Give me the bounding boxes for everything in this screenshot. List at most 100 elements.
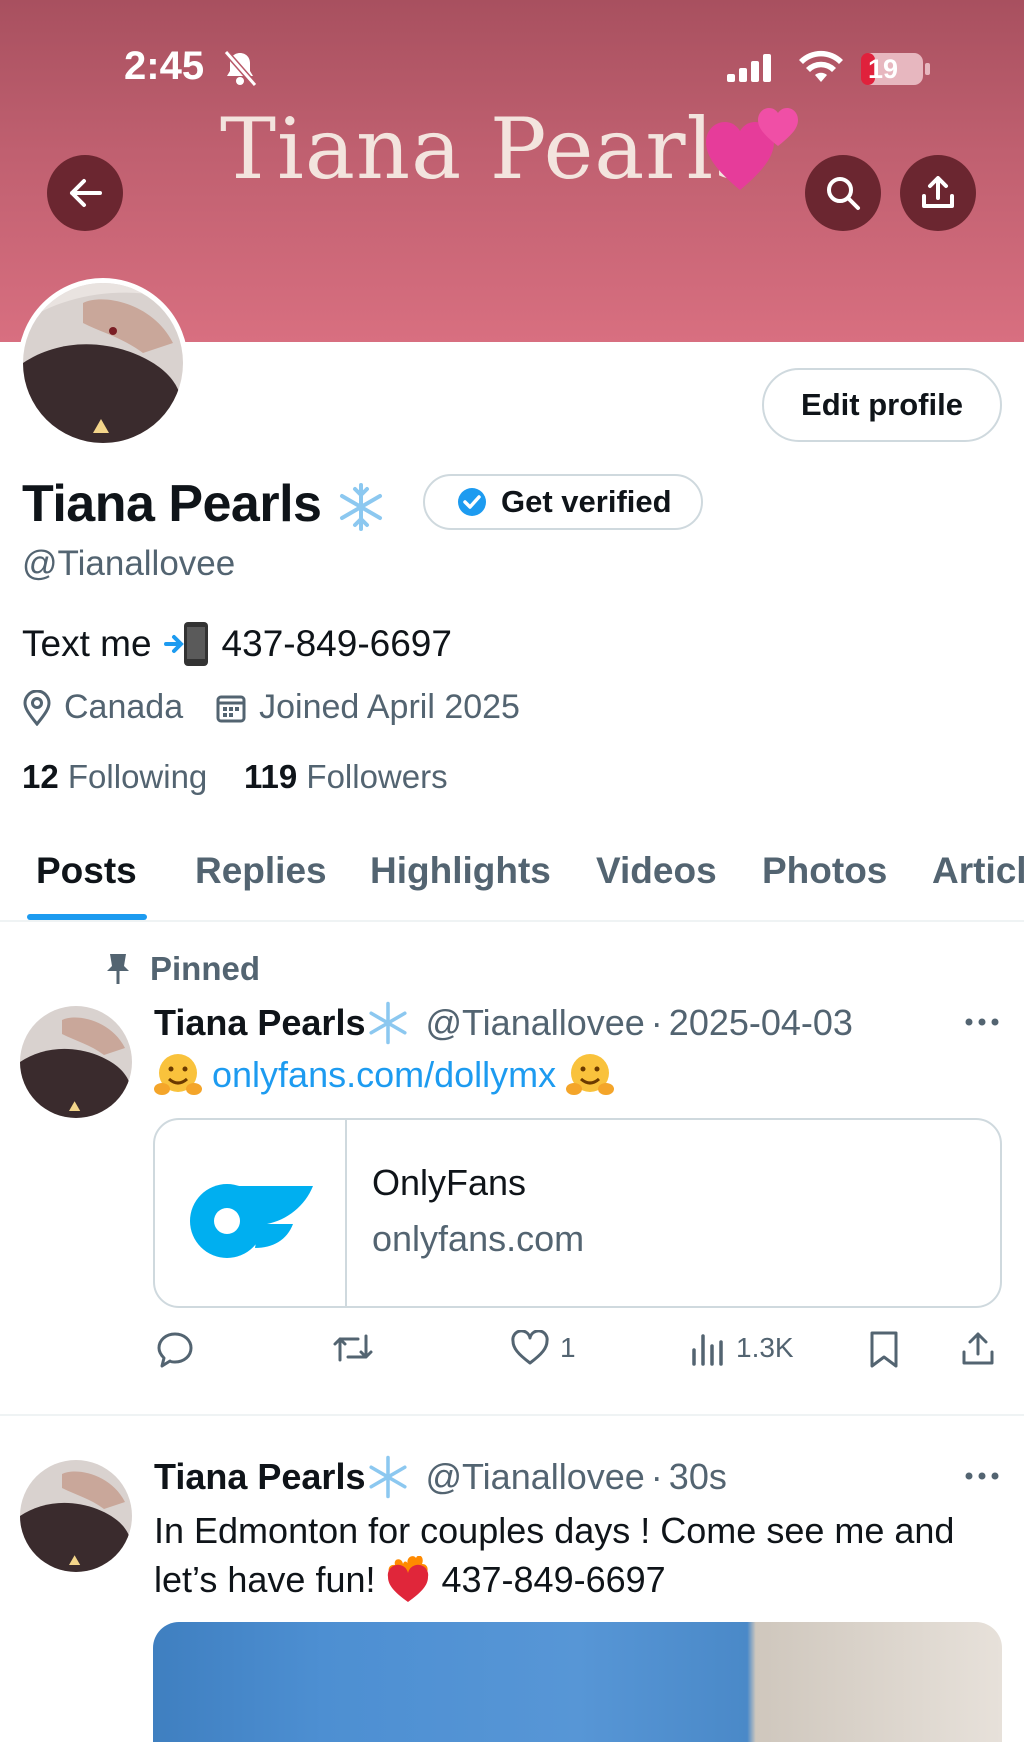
hugging-face-icon [154,1053,202,1095]
search-button[interactable] [805,155,881,231]
post-text: In Edmonton for couples days ! Come see … [154,1506,954,1604]
joined-item: Joined April 2025 [215,688,520,727]
profile-name: Tiana Pearls [22,474,387,534]
post-avatar[interactable] [20,1460,132,1572]
profile-handle: @Tianallovee [22,544,236,583]
more-icon [965,1472,999,1480]
edit-profile-button[interactable]: Edit profile [762,368,1002,442]
onlyfans-logo [155,1120,347,1306]
bookmark-button[interactable] [868,1330,900,1368]
post-actions: 1 1.3K [0,1330,1024,1378]
post-divider [0,1414,1024,1416]
post-text-line: let’s have fun! 437-849-6697 [154,1555,954,1604]
tab-articles[interactable]: Articles [932,850,1024,892]
bio-text: Text me [22,623,152,664]
like-count: 1 [560,1332,576,1363]
post-header: Tiana Pearls @Tianallovee · 2025-04-03 [154,1000,853,1046]
get-verified-label: Get verified [501,484,672,519]
tab-highlights[interactable]: Highlights [370,850,551,892]
location-item: Canada [22,688,183,727]
post-handle[interactable]: @Tianallovee [425,1456,644,1498]
card-title: OnlyFans [372,1162,527,1203]
pin-icon [107,954,129,984]
two-hearts-icon [706,104,802,201]
back-arrow-icon [70,179,102,207]
retweet-button[interactable] [332,1330,374,1366]
battery-level: 19 [868,54,899,84]
followers-label: Followers [306,758,448,795]
post-avatar[interactable] [20,1006,132,1118]
post-more-button[interactable] [963,1008,1001,1041]
card-domain: onlyfans.com [372,1218,585,1259]
heart-on-fire-icon [388,1555,429,1602]
get-verified-button[interactable]: Get verified [423,474,703,530]
post-separator: · [650,1002,663,1043]
tab-videos[interactable]: Videos [596,850,717,892]
back-button[interactable] [47,155,123,231]
post-separator: · [650,1456,663,1497]
hugging-face-icon [566,1053,615,1095]
post-text-phone: 437-849-6697 [441,1559,666,1600]
reply-button[interactable] [156,1330,194,1368]
tabs-divider [0,920,1024,922]
views-count: 1.3K [736,1332,794,1363]
post-text-fragment: let’s have fun! [154,1559,376,1600]
location-text: Canada [64,688,184,726]
followers-link[interactable]: 119 Followers [244,758,448,795]
post-time[interactable]: 30s [669,1456,727,1498]
mobile-phone-arrow-icon [163,622,208,666]
post-link[interactable]: onlyfans.com/dollymx [212,1050,556,1099]
snowflake-icon [340,483,383,532]
share-icon [962,1332,994,1365]
snowflake-icon [369,1455,408,1499]
joined-text: Joined April 2025 [259,688,520,726]
profile-name-text: Tiana Pearls [22,475,322,533]
reply-icon [157,1332,193,1368]
tab-photos[interactable]: Photos [762,850,887,892]
post-more-button[interactable] [963,1462,1001,1495]
post-header: Tiana Pearls @Tianallovee · 30s [154,1454,727,1500]
verified-badge-icon [458,488,486,516]
status-time: 2:45 [124,44,205,88]
bio-phone: 437-849-6697 [221,623,452,664]
status-bar: 2:45 19 [0,44,1024,94]
search-icon [827,177,860,210]
profile-meta: Canada Joined April 2025 [22,688,552,727]
profile-bio: Text me 437-849-6697 [22,620,452,668]
following-label: Following [67,758,208,795]
post-author[interactable]: Tiana Pearls [154,1456,365,1498]
post-time[interactable]: 2025-04-03 [669,1002,853,1044]
pinned-label: Pinned [104,950,260,988]
link-preview-card[interactable]: OnlyFans onlyfans.com [153,1118,1002,1308]
cellular-signal-icon [727,52,779,89]
tab-replies[interactable]: Replies [195,850,327,892]
more-icon [965,1018,999,1026]
profile-tabs: Posts Replies Highlights Videos Photos A… [0,840,1024,920]
bell-slash-icon [222,50,258,93]
tab-posts[interactable]: Posts [36,850,137,892]
post-handle[interactable]: @Tianallovee [425,1002,644,1044]
like-button[interactable]: 1 [510,1330,576,1366]
location-icon [23,689,51,726]
post-image[interactable] [153,1622,1002,1742]
post-text: onlyfans.com/dollymx [154,1050,615,1099]
bookmark-icon [870,1331,898,1368]
follow-stats: 12 Following 119 Followers [22,758,448,796]
following-count: 12 [22,758,59,795]
post-author[interactable]: Tiana Pearls [154,1002,365,1044]
following-link[interactable]: 12 Following [22,758,207,795]
followers-count: 119 [243,758,298,795]
like-icon [511,1330,549,1365]
retweet-icon [333,1334,373,1362]
views-button[interactable]: 1.3K [690,1330,794,1366]
share-button[interactable] [900,155,976,231]
wifi-icon [798,50,844,89]
profile-avatar[interactable] [18,278,188,448]
banner-title: Tiana Pearls [220,100,759,198]
pinned-text: Pinned [150,950,261,987]
snowflake-icon [369,1001,408,1045]
share-post-button[interactable] [960,1330,996,1366]
share-icon [922,176,954,208]
battery-icon: 19 [860,52,930,86]
views-icon [692,1334,723,1366]
